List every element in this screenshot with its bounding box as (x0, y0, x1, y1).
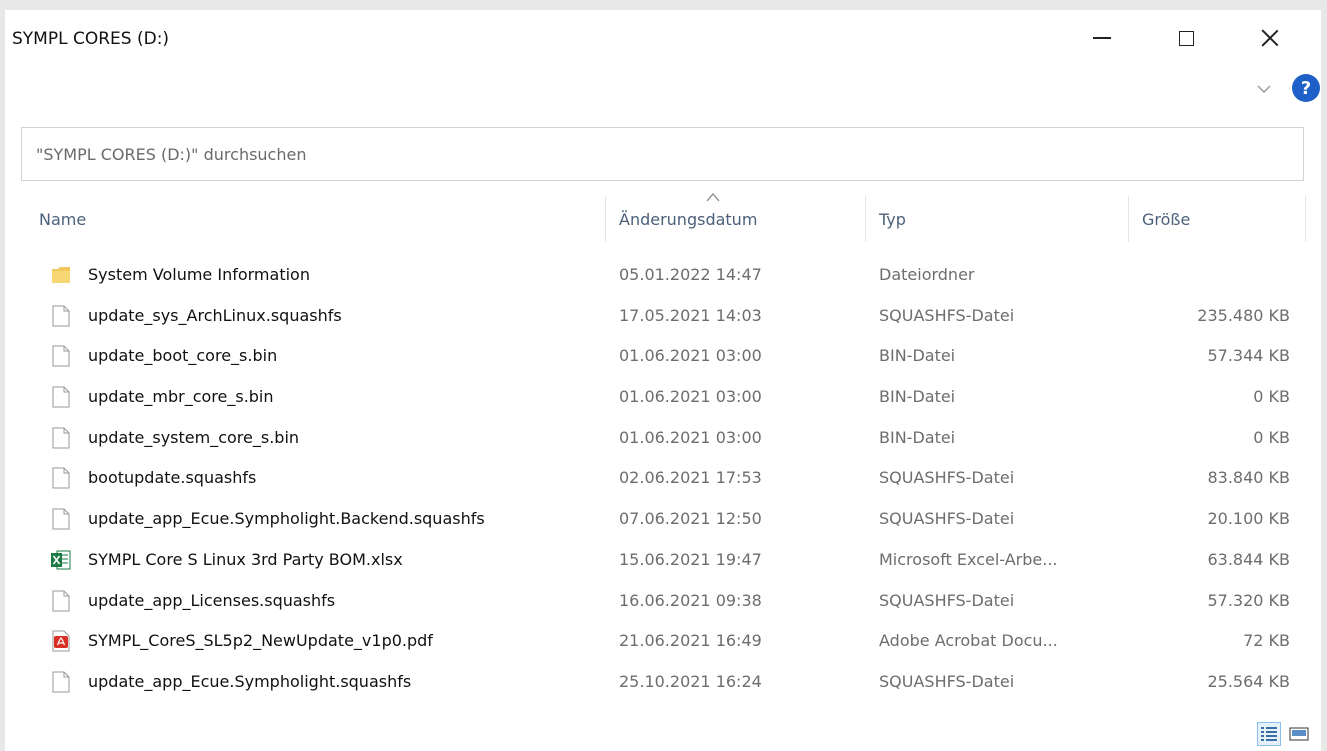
details-view-icon (1261, 727, 1277, 741)
minimize-icon (1093, 37, 1111, 39)
file-size: 57.320 KB (1207, 590, 1290, 610)
file-date: 07.06.2021 12:50 (619, 509, 762, 529)
file-size: 235.480 KB (1197, 305, 1290, 325)
ribbon-collapsed: ? (8, 70, 1321, 114)
file-date: 01.06.2021 03:00 (619, 387, 762, 407)
file-row[interactable]: SYMPL_CoreS_SL5p2_NewUpdate_v1p0.pdf 21.… (21, 622, 1311, 663)
file-row[interactable]: update_system_core_s.bin 01.06.2021 03:0… (21, 419, 1311, 460)
close-icon (1261, 29, 1279, 47)
expand-ribbon-button[interactable] (1253, 78, 1275, 100)
file-name: SYMPL_CoreS_SL5p2_NewUpdate_v1p0.pdf (88, 631, 433, 651)
file-icon (52, 671, 70, 693)
excel-icon (51, 550, 71, 570)
column-header-row: Name Änderungsdatum Typ Größe (21, 192, 1311, 244)
file-list: System Volume Information 05.01.2022 14:… (21, 256, 1311, 704)
file-icon (52, 386, 70, 408)
file-name: SYMPL Core S Linux 3rd Party BOM.xlsx (88, 549, 403, 569)
view-switcher (1257, 722, 1317, 746)
file-name: update_sys_ArchLinux.squashfs (88, 305, 342, 325)
file-type: Microsoft Excel-Arbe... (879, 549, 1058, 569)
file-row[interactable]: update_app_Ecue.Sympholight.Backend.squa… (21, 500, 1311, 541)
file-date: 15.06.2021 19:47 (619, 549, 762, 569)
file-date: 17.05.2021 14:03 (619, 305, 762, 325)
file-name: update_app_Ecue.Sympholight.Backend.squa… (88, 509, 485, 529)
file-row[interactable]: System Volume Information 05.01.2022 14:… (21, 256, 1311, 297)
pdf-icon (52, 630, 70, 652)
file-type: SQUASHFS-Datei (879, 671, 1015, 691)
file-type: BIN-Datei (879, 427, 956, 447)
file-size: 0 KB (1253, 427, 1290, 447)
sort-ascending-icon (706, 193, 720, 202)
column-header-name[interactable]: Name (39, 210, 86, 229)
file-name: update_app_Licenses.squashfs (88, 590, 336, 610)
file-icon (52, 590, 70, 611)
file-date: 05.01.2022 14:47 (619, 265, 762, 284)
file-row[interactable]: bootupdate.squashfs 02.06.2021 17:53 SQU… (21, 459, 1311, 500)
title-bar[interactable]: SYMPL CORES (D:) (8, 12, 1321, 70)
maximize-button[interactable] (1158, 16, 1214, 60)
large-icons-view-icon (1289, 727, 1309, 741)
file-type: Adobe Acrobat Docu... (879, 631, 1058, 651)
window-frame-left (0, 0, 5, 751)
file-size: 63.844 KB (1207, 549, 1290, 569)
file-row[interactable]: update_mbr_core_s.bin 01.06.2021 03:00 B… (21, 378, 1311, 419)
file-size: 83.840 KB (1207, 468, 1290, 488)
column-divider[interactable] (865, 196, 866, 242)
column-divider[interactable] (1305, 196, 1306, 242)
file-name: update_system_core_s.bin (88, 427, 300, 447)
file-name: update_mbr_core_s.bin (88, 387, 274, 407)
file-icon (52, 508, 70, 530)
file-row[interactable]: update_boot_core_s.bin 01.06.2021 03:00 … (21, 337, 1311, 378)
column-divider[interactable] (1128, 196, 1129, 242)
file-type: BIN-Datei (879, 387, 956, 407)
file-type: SQUASHFS-Datei (879, 468, 1015, 488)
search-placeholder: "SYMPL CORES (D:)" durchsuchen (36, 145, 307, 164)
file-name: update_app_Ecue.Sympholight.squashfs (88, 671, 412, 691)
file-name: bootupdate.squashfs (88, 468, 257, 488)
file-date: 16.06.2021 09:38 (619, 590, 762, 610)
chevron-down-icon (1257, 85, 1271, 93)
column-header-size[interactable]: Größe (1142, 210, 1190, 229)
file-row[interactable]: update_app_Ecue.Sympholight.squashfs 25.… (21, 663, 1311, 704)
file-type: SQUASHFS-Datei (879, 590, 1015, 610)
file-size: 72 KB (1243, 631, 1290, 651)
column-divider[interactable] (605, 196, 606, 242)
column-header-type[interactable]: Typ (879, 210, 906, 229)
file-type: Dateiordner (879, 265, 975, 284)
window-title: SYMPL CORES (D:) (12, 29, 170, 49)
file-icon (52, 427, 70, 449)
file-date: 01.06.2021 03:00 (619, 346, 762, 366)
file-type: SQUASHFS-Datei (879, 305, 1015, 325)
file-type: SQUASHFS-Datei (879, 509, 1015, 529)
folder-icon (52, 267, 70, 283)
file-row[interactable]: update_sys_ArchLinux.squashfs 17.05.2021… (21, 297, 1311, 338)
file-size: 0 KB (1253, 387, 1290, 407)
help-icon[interactable]: ? (1292, 74, 1320, 102)
file-icon (52, 305, 70, 327)
file-icon (52, 467, 70, 489)
file-icon (52, 345, 70, 367)
window-frame-top (0, 0, 1327, 10)
file-name: update_boot_core_s.bin (88, 346, 278, 366)
minimize-button[interactable] (1074, 16, 1130, 60)
close-button[interactable] (1242, 16, 1298, 60)
file-name: System Volume Information (88, 265, 310, 284)
file-row[interactable]: SYMPL Core S Linux 3rd Party BOM.xlsx 15… (21, 541, 1311, 582)
file-date: 21.06.2021 16:49 (619, 631, 762, 651)
large-icons-view-button[interactable] (1287, 722, 1311, 746)
file-size: 57.344 KB (1207, 346, 1290, 366)
file-date: 02.06.2021 17:53 (619, 468, 762, 488)
file-size: 20.100 KB (1207, 509, 1290, 529)
details-view-button[interactable] (1257, 722, 1281, 746)
window-frame-right (1321, 0, 1327, 751)
maximize-icon (1178, 30, 1194, 46)
column-header-date[interactable]: Änderungsdatum (619, 210, 757, 229)
file-row[interactable]: update_app_Licenses.squashfs 16.06.2021 … (21, 582, 1311, 623)
file-type: BIN-Datei (879, 346, 956, 366)
file-date: 25.10.2021 16:24 (619, 671, 762, 691)
file-date: 01.06.2021 03:00 (619, 427, 762, 447)
search-input[interactable]: "SYMPL CORES (D:)" durchsuchen (21, 127, 1304, 181)
file-size: 25.564 KB (1207, 671, 1290, 691)
